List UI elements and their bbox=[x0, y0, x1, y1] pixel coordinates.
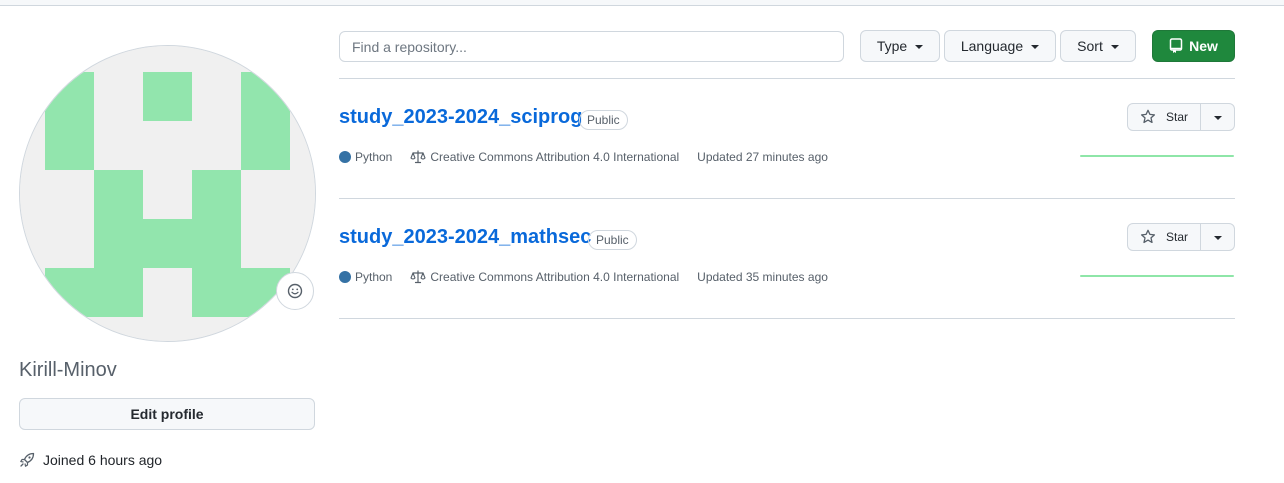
triangle-down-icon bbox=[1213, 116, 1222, 120]
top-bar-edge bbox=[0, 0, 1284, 6]
type-filter-label: Type bbox=[876, 38, 908, 54]
rocket-icon bbox=[20, 452, 35, 467]
star-button-group: Star bbox=[1127, 223, 1235, 251]
star-label: Star bbox=[1165, 230, 1188, 244]
star-list-dropdown[interactable] bbox=[1201, 223, 1235, 251]
language-color-dot bbox=[339, 271, 351, 283]
star-button-group: Star bbox=[1127, 103, 1235, 131]
avatar[interactable] bbox=[19, 45, 316, 342]
smiley-icon bbox=[287, 283, 303, 299]
star-list-dropdown[interactable] bbox=[1201, 103, 1235, 131]
type-filter-dropdown[interactable]: Type bbox=[860, 30, 940, 62]
repository-search-input[interactable] bbox=[339, 31, 844, 62]
repo-list-item: study_2023-2024_mathsec Public Python Cr… bbox=[339, 223, 1235, 346]
identicon bbox=[20, 46, 315, 341]
star-button[interactable]: Star bbox=[1127, 103, 1201, 131]
repo-meta: Python Creative Commons Attribution 4.0 … bbox=[339, 150, 828, 164]
repo-license: Creative Commons Attribution 4.0 Interna… bbox=[410, 150, 679, 164]
star-button[interactable]: Star bbox=[1127, 223, 1201, 251]
new-repository-button[interactable]: New bbox=[1152, 30, 1235, 62]
avatar-container bbox=[19, 45, 316, 342]
sort-label: Sort bbox=[1077, 38, 1103, 54]
law-icon bbox=[410, 150, 426, 164]
list-divider bbox=[339, 318, 1235, 319]
repo-updated: Updated 27 minutes ago bbox=[697, 150, 828, 164]
list-divider bbox=[339, 78, 1235, 79]
triangle-down-icon bbox=[915, 45, 924, 49]
joined-text: Joined 6 hours ago bbox=[43, 452, 163, 468]
activity-sparkline bbox=[1080, 155, 1234, 157]
star-label: Star bbox=[1165, 110, 1188, 124]
set-status-button[interactable] bbox=[276, 272, 314, 310]
visibility-badge: Public bbox=[579, 110, 628, 130]
repo-name-link[interactable]: study_2023-2024_sciprog bbox=[339, 106, 582, 129]
repo-icon bbox=[1169, 38, 1183, 53]
repo-license: Creative Commons Attribution 4.0 Interna… bbox=[410, 270, 679, 284]
language-color-dot bbox=[339, 151, 351, 163]
language-filter-label: Language bbox=[960, 38, 1024, 54]
repo-updated: Updated 35 minutes ago bbox=[697, 270, 828, 284]
joined-info: Joined 6 hours ago bbox=[19, 452, 162, 468]
language-filter-dropdown[interactable]: Language bbox=[944, 30, 1056, 62]
triangle-down-icon bbox=[1213, 236, 1222, 240]
repo-name-link[interactable]: study_2023-2024_mathsec bbox=[339, 226, 591, 249]
law-icon bbox=[410, 270, 426, 284]
license-text: Creative Commons Attribution 4.0 Interna… bbox=[430, 150, 680, 164]
activity-sparkline bbox=[1080, 275, 1234, 277]
triangle-down-icon bbox=[1031, 45, 1040, 49]
repo-language: Python bbox=[355, 270, 393, 284]
edit-profile-button[interactable]: Edit profile bbox=[19, 398, 315, 430]
new-button-label: New bbox=[1189, 38, 1218, 54]
repo-language: Python bbox=[355, 150, 393, 164]
repo-list-item: study_2023-2024_sciprog Public Python Cr… bbox=[339, 103, 1235, 226]
star-icon bbox=[1140, 229, 1156, 244]
list-divider bbox=[339, 198, 1235, 199]
sort-dropdown[interactable]: Sort bbox=[1060, 30, 1136, 62]
triangle-down-icon bbox=[1110, 45, 1119, 49]
star-icon bbox=[1140, 109, 1156, 124]
license-text: Creative Commons Attribution 4.0 Interna… bbox=[430, 270, 680, 284]
visibility-badge: Public bbox=[588, 230, 637, 250]
repo-meta: Python Creative Commons Attribution 4.0 … bbox=[339, 270, 828, 284]
profile-username: Kirill-Minov bbox=[19, 359, 117, 381]
